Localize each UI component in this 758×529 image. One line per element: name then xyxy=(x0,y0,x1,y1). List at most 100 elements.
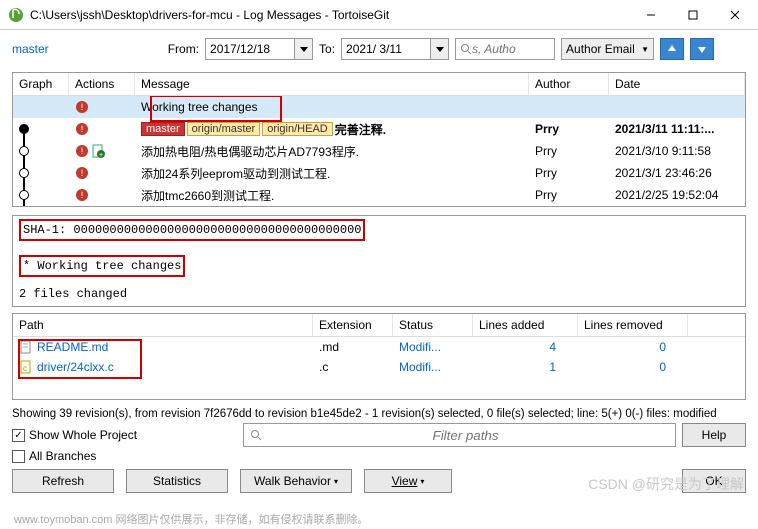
log-author: Prry xyxy=(535,122,559,136)
header-date[interactable]: Date xyxy=(609,73,745,95)
close-button[interactable] xyxy=(714,1,756,29)
refresh-button[interactable]: Refresh xyxy=(12,469,114,493)
header-lines-added[interactable]: Lines added xyxy=(473,314,578,336)
log-row[interactable]: ! 添加24系列eeprom驱动到测试工程. Prry 2021/3/1 23:… xyxy=(13,162,745,184)
log-date: 2021/3/1 23:46:26 xyxy=(609,165,745,181)
annotation-box: SHA-1: 000000000000000000000000000000000… xyxy=(19,219,365,241)
log-row[interactable]: ! master origin/master origin/HEAD 完善注释.… xyxy=(13,118,745,140)
file-path: README.md xyxy=(37,340,108,354)
log-message: 添加24系列eeprom驱动到测试工程. xyxy=(141,165,330,182)
detail-panel: SHA-1: 000000000000000000000000000000000… xyxy=(12,215,746,307)
header-lines-removed[interactable]: Lines removed xyxy=(578,314,688,336)
file-header: Path Extension Status Lines added Lines … xyxy=(13,314,745,337)
log-date: 2021/3/10 9:11:58 xyxy=(609,143,745,159)
header-ext[interactable]: Extension xyxy=(313,314,393,336)
file-icon: c xyxy=(19,360,33,374)
toolbar: master From: To: Author Email ▼ xyxy=(0,30,758,68)
file-lines-added: 1 xyxy=(473,359,578,375)
chevron-down-icon: ▾ xyxy=(334,477,338,486)
log-message: 添加tmc2660到测试工程. xyxy=(141,187,274,204)
titlebar: C:\Users\jssh\Desktop\drivers-for-mcu - … xyxy=(0,0,758,30)
file-status: Modifi... xyxy=(393,339,473,355)
nav-down-button[interactable] xyxy=(690,38,714,60)
header-author[interactable]: Author xyxy=(529,73,609,95)
modified-icon: ! xyxy=(75,100,89,114)
annotation-box: * Working tree changes xyxy=(19,255,185,277)
svg-text:!: ! xyxy=(81,102,84,112)
log-author: Prry xyxy=(529,187,609,203)
watermark-footer: www.toymoban.com 网络图片仅供展示，非存储，如有侵权请联系删除。 xyxy=(14,511,368,527)
header-graph[interactable]: Graph xyxy=(13,73,69,95)
modified-icon: ! xyxy=(75,166,89,180)
log-header: Graph Actions Message Author Date xyxy=(13,73,745,96)
nav-up-button[interactable] xyxy=(660,38,684,60)
author-filter-select[interactable]: Author Email ▼ xyxy=(561,38,654,60)
file-row[interactable]: README.md .md Modifi... 4 0 xyxy=(13,337,745,357)
log-row[interactable]: ! 添加tmc2660到测试工程. Prry 2021/2/25 19:52:0… xyxy=(13,184,745,206)
filter-box[interactable] xyxy=(243,423,676,447)
search-input[interactable] xyxy=(472,42,542,56)
help-button[interactable]: Help xyxy=(682,423,746,447)
file-lines-removed: 0 xyxy=(578,359,688,375)
log-row[interactable]: ! Working tree changes xyxy=(13,96,745,118)
status-line: Showing 39 revision(s), from revision 7f… xyxy=(0,406,758,421)
working-tree-label: * Working tree changes xyxy=(23,259,181,273)
search-box[interactable] xyxy=(455,38,555,60)
from-date-picker-button[interactable] xyxy=(295,38,313,60)
file-row[interactable]: cdriver/24clxx.c .c Modifi... 1 0 xyxy=(13,357,745,377)
header-path[interactable]: Path xyxy=(13,314,313,336)
view-button[interactable]: View▾ xyxy=(364,469,452,493)
to-date-input[interactable] xyxy=(341,38,431,60)
header-message[interactable]: Message xyxy=(135,73,529,95)
file-grid: Path Extension Status Lines added Lines … xyxy=(12,313,746,400)
file-lines-removed: 0 xyxy=(578,339,688,355)
header-actions[interactable]: Actions xyxy=(69,73,135,95)
log-author: Prry xyxy=(529,143,609,159)
statistics-button[interactable]: Statistics xyxy=(126,469,228,493)
to-date-picker-button[interactable] xyxy=(431,38,449,60)
log-author xyxy=(529,106,609,108)
from-label: From: xyxy=(168,42,199,56)
log-author: Prry xyxy=(529,165,609,181)
branch-badge-remote: origin/HEAD xyxy=(262,122,333,136)
file-ext: .c xyxy=(313,359,393,375)
show-whole-project-checkbox[interactable]: ✓ xyxy=(12,429,25,442)
log-message: Working tree changes xyxy=(141,100,258,114)
log-grid: Graph Actions Message Author Date ! Work… xyxy=(12,72,746,207)
sha-label: SHA-1: xyxy=(23,223,66,237)
file-status: Modifi... xyxy=(393,359,473,375)
added-icon: + xyxy=(91,144,105,158)
modified-icon: ! xyxy=(75,144,89,158)
walk-behavior-button[interactable]: Walk Behavior▾ xyxy=(240,469,352,493)
branch-link[interactable]: master xyxy=(12,42,49,56)
filter-input[interactable] xyxy=(262,428,669,443)
file-lines-added: 4 xyxy=(473,339,578,355)
svg-text:c: c xyxy=(23,364,27,373)
log-message: 添加热电阻/热电偶驱动芯片AD7793程序. xyxy=(141,143,359,160)
all-branches-checkbox[interactable] xyxy=(12,450,25,463)
files-changed-text: 2 files changed xyxy=(19,287,127,301)
file-ext: .md xyxy=(313,339,393,355)
log-row[interactable]: ! + 添加热电阻/热电偶驱动芯片AD7793程序. Prry 2021/3/10… xyxy=(13,140,745,162)
svg-text:!: ! xyxy=(81,168,84,178)
window-title: C:\Users\jssh\Desktop\drivers-for-mcu - … xyxy=(30,8,630,22)
svg-text:!: ! xyxy=(81,124,84,134)
search-icon xyxy=(460,43,472,55)
to-label: To: xyxy=(319,42,335,56)
log-body: ! Working tree changes ! master origin/m… xyxy=(13,96,745,206)
svg-text:!: ! xyxy=(81,190,84,200)
log-date xyxy=(609,106,745,108)
chevron-down-icon: ▾ xyxy=(420,477,424,486)
modified-icon: ! xyxy=(75,122,89,136)
chevron-down-icon: ▼ xyxy=(641,45,649,54)
header-status[interactable]: Status xyxy=(393,314,473,336)
modified-icon: ! xyxy=(75,188,89,202)
file-icon xyxy=(19,340,33,354)
svg-text:+: + xyxy=(99,152,103,158)
maximize-button[interactable] xyxy=(672,1,714,29)
minimize-button[interactable] xyxy=(630,1,672,29)
watermark: CSDN @研究是为了理解 xyxy=(588,474,744,494)
from-date-input[interactable] xyxy=(205,38,295,60)
log-message: 完善注释. xyxy=(335,121,386,138)
svg-text:!: ! xyxy=(81,146,84,156)
